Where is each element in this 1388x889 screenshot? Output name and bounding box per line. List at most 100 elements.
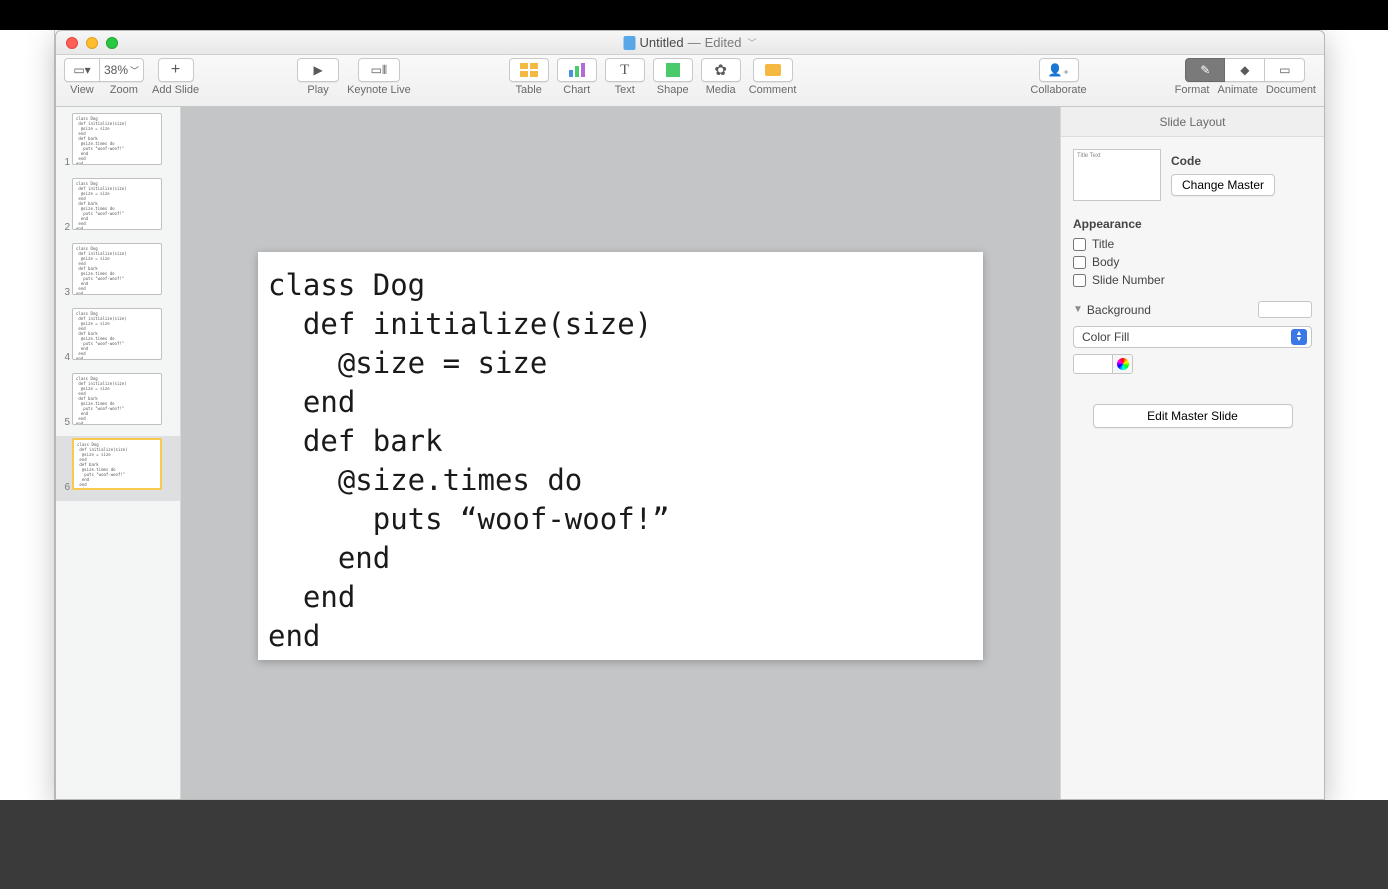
- content-area: 1class Dog def initialize(size) @size = …: [56, 107, 1324, 799]
- collaborate-button[interactable]: 👤₊: [1039, 58, 1079, 82]
- color-wheel-icon: [1117, 358, 1129, 370]
- media-button[interactable]: ✿: [701, 58, 741, 82]
- fill-type-select[interactable]: Color Fill ▲▼: [1073, 326, 1312, 348]
- slide-number-checkbox-label: Slide Number: [1092, 273, 1165, 287]
- play-icon: ▶: [313, 63, 322, 77]
- fill-color-well[interactable]: [1073, 354, 1113, 374]
- body-checkbox-row[interactable]: Body: [1073, 255, 1312, 269]
- broadcast-icon: ▭⦀: [371, 63, 388, 78]
- chevron-down-icon: ﹀: [130, 64, 139, 77]
- background-swatch[interactable]: [1258, 301, 1312, 318]
- keynote-live-button[interactable]: ▭⦀: [358, 58, 400, 82]
- table-label: Table: [516, 84, 542, 96]
- bottom-letterbox: [0, 800, 1388, 889]
- change-master-button[interactable]: Change Master: [1171, 174, 1275, 196]
- slide-thumbnail-1[interactable]: 1class Dog def initialize(size) @size = …: [56, 111, 180, 176]
- slide-code-text[interactable]: class Dog def initialize(size) @size = s…: [268, 266, 973, 656]
- master-name: Code: [1171, 154, 1275, 168]
- minimize-window-button[interactable]: [86, 37, 98, 49]
- animate-label: Animate: [1218, 84, 1258, 96]
- disclosure-triangle-icon[interactable]: ▼: [1073, 304, 1083, 315]
- slide-navigator[interactable]: 1class Dog def initialize(size) @size = …: [56, 107, 181, 799]
- toolbar: ▭▾ 38%﹀ View Zoom + Add Slide ▶ Play: [56, 55, 1324, 107]
- view-label: View: [70, 84, 94, 96]
- chart-button[interactable]: [557, 58, 597, 82]
- body-checkbox[interactable]: [1073, 256, 1086, 269]
- slide-thumbnail-3[interactable]: 3class Dog def initialize(size) @size = …: [56, 241, 180, 306]
- traffic-lights: [66, 37, 118, 49]
- media-label: Media: [706, 84, 736, 96]
- background-heading: Background: [1087, 303, 1151, 317]
- slide-canvas[interactable]: class Dog def initialize(size) @size = s…: [181, 107, 1060, 799]
- zoom-label: Zoom: [110, 84, 138, 96]
- text-icon: T: [620, 62, 629, 79]
- master-thumb-text: Title Text: [1077, 153, 1101, 159]
- zoom-button[interactable]: 38%﹀: [100, 58, 144, 82]
- inspector-panel: Slide Layout Title Text Code Change Mast…: [1060, 107, 1324, 799]
- slide-thumbnail-2[interactable]: 2class Dog def initialize(size) @size = …: [56, 176, 180, 241]
- body-checkbox-label: Body: [1092, 255, 1119, 269]
- format-label: Format: [1175, 84, 1210, 96]
- appearance-heading: Appearance: [1073, 217, 1312, 231]
- close-window-button[interactable]: [66, 37, 78, 49]
- slide-number: 5: [58, 417, 70, 428]
- title-checkbox-row[interactable]: Title: [1073, 237, 1312, 251]
- top-letterbox: [0, 0, 1388, 30]
- plus-icon: +: [171, 61, 180, 79]
- table-icon: [520, 63, 538, 77]
- person-add-icon: 👤₊: [1048, 63, 1069, 77]
- zoom-window-button[interactable]: [106, 37, 118, 49]
- window-title[interactable]: Untitled — Edited ﹀: [624, 35, 757, 50]
- slide-thumbnail-4[interactable]: 4class Dog def initialize(size) @size = …: [56, 306, 180, 371]
- text-button[interactable]: T: [605, 58, 645, 82]
- play-label: Play: [307, 84, 328, 96]
- view-button[interactable]: ▭▾: [64, 58, 100, 82]
- thumbnail-preview: class Dog def initialize(size) @size = s…: [72, 373, 162, 425]
- thumbnail-preview: class Dog def initialize(size) @size = s…: [72, 178, 162, 230]
- document-label: Document: [1266, 84, 1316, 96]
- slide[interactable]: class Dog def initialize(size) @size = s…: [258, 252, 983, 660]
- shape-button[interactable]: [653, 58, 693, 82]
- slide-number-checkbox[interactable]: [1073, 274, 1086, 287]
- play-button[interactable]: ▶: [297, 58, 339, 82]
- title-checkbox[interactable]: [1073, 238, 1086, 251]
- diamond-icon: ◆: [1240, 63, 1249, 77]
- collaborate-label: Collaborate: [1030, 84, 1086, 96]
- fill-type-value: Color Fill: [1082, 330, 1129, 344]
- add-slide-label: Add Slide: [152, 84, 199, 96]
- side-background: [0, 30, 55, 800]
- document-tab[interactable]: ▭: [1265, 58, 1305, 82]
- comment-button[interactable]: [753, 58, 793, 82]
- chart-icon: [568, 63, 586, 77]
- doc-status: Edited: [705, 35, 742, 50]
- thumbnail-preview: class Dog def initialize(size) @size = s…: [72, 308, 162, 360]
- thumbnail-preview: class Dog def initialize(size) @size = s…: [72, 438, 162, 490]
- text-label: Text: [615, 84, 635, 96]
- stepper-arrows-icon: ▲▼: [1291, 329, 1307, 345]
- inspector-header: Slide Layout: [1061, 107, 1324, 137]
- document-icon: [624, 36, 636, 50]
- media-icon: ✿: [714, 61, 727, 79]
- animate-tab[interactable]: ◆: [1225, 58, 1265, 82]
- format-tab[interactable]: ✎: [1185, 58, 1225, 82]
- add-slide-button[interactable]: +: [158, 58, 194, 82]
- color-picker-button[interactable]: [1113, 354, 1133, 374]
- slide-thumbnail-6[interactable]: 6class Dog def initialize(size) @size = …: [56, 436, 180, 501]
- slide-thumbnail-5[interactable]: 5class Dog def initialize(size) @size = …: [56, 371, 180, 436]
- shape-label: Shape: [657, 84, 689, 96]
- paintbrush-icon: ✎: [1200, 63, 1210, 77]
- master-thumbnail: Title Text: [1073, 149, 1161, 201]
- title-checkbox-label: Title: [1092, 237, 1114, 251]
- shape-icon: [666, 63, 680, 77]
- comment-icon: [765, 64, 781, 76]
- edit-master-slide-button[interactable]: Edit Master Slide: [1093, 404, 1293, 428]
- slide-number: 4: [58, 352, 70, 363]
- table-button[interactable]: [509, 58, 549, 82]
- slide-number-checkbox-row[interactable]: Slide Number: [1073, 273, 1312, 287]
- thumbnail-preview: class Dog def initialize(size) @size = s…: [72, 243, 162, 295]
- keynote-window: Untitled — Edited ﹀ ▭▾ 38%﹀ View Zoom: [55, 30, 1325, 800]
- titlebar: Untitled — Edited ﹀: [56, 31, 1324, 55]
- slide-number: 6: [58, 482, 70, 493]
- slide-number: 3: [58, 287, 70, 298]
- zoom-value: 38%: [104, 63, 128, 77]
